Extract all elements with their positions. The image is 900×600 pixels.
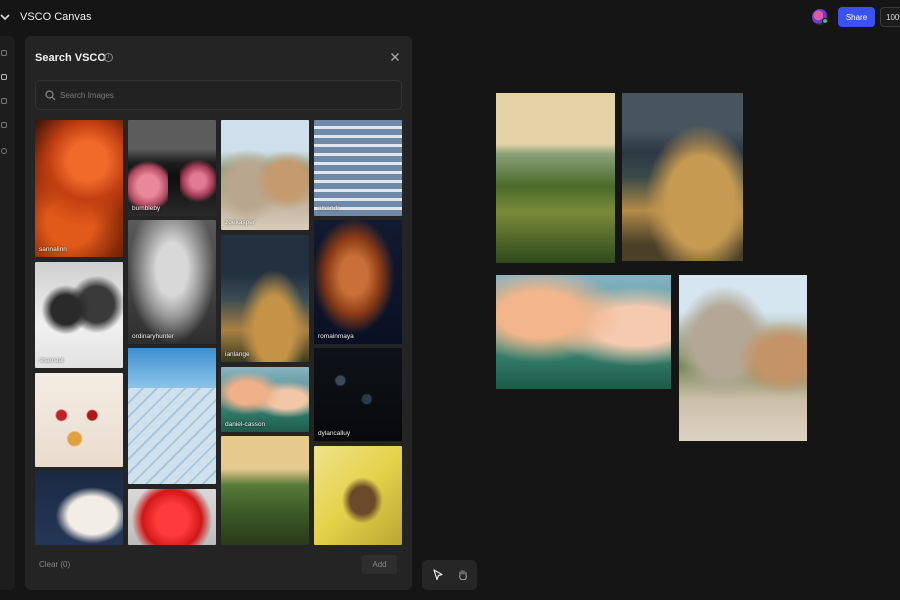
app-title: VSCO Canvas: [20, 11, 92, 23]
thumbnail-author: daniel-casson: [225, 421, 266, 428]
result-thumbnail[interactable]: daniel-casson: [221, 367, 309, 432]
thumbnail-author: ordinaryhunter: [132, 333, 174, 340]
canvas-image[interactable]: [622, 93, 743, 261]
thumbnail-author: sannalinn: [39, 246, 67, 253]
hand-icon[interactable]: [456, 568, 470, 582]
result-thumbnail[interactable]: alsandr: [314, 120, 402, 216]
close-icon[interactable]: [389, 51, 401, 63]
search-field[interactable]: [35, 80, 402, 110]
top-bar: VSCO Canvas Share 100%: [0, 0, 900, 35]
canvas-image[interactable]: [679, 275, 807, 441]
result-thumbnail[interactable]: shamaal: [35, 262, 123, 368]
canvas-image[interactable]: [496, 275, 671, 389]
thumbnail-author: bumbleby: [132, 205, 161, 212]
online-status-dot: [822, 18, 828, 24]
result-thumbnail[interactable]: zoekasper: [221, 120, 309, 230]
result-thumbnail[interactable]: [314, 446, 402, 545]
thumbnail-author: dylancalluy: [318, 430, 351, 437]
share-button[interactable]: Share: [838, 7, 875, 27]
tool-icon[interactable]: [1, 50, 7, 56]
search-tool-icon[interactable]: [1, 74, 7, 80]
thumbnail-author: romainmaya: [318, 333, 354, 340]
search-input[interactable]: [60, 87, 390, 104]
thumbnail-author: ianlange: [225, 351, 250, 358]
result-thumbnail[interactable]: sannalinn: [35, 120, 123, 257]
result-thumbnail[interactable]: [35, 373, 123, 467]
chevron-down-icon[interactable]: [0, 11, 10, 23]
tool-icon[interactable]: [1, 98, 7, 104]
pink-blossoms: [180, 156, 216, 206]
panel-title: Search VSCO: [35, 52, 106, 64]
result-thumbnail[interactable]: dylancalluy: [314, 348, 402, 441]
result-thumbnail[interactable]: [128, 489, 216, 545]
cursor-icon[interactable]: [431, 568, 445, 582]
result-thumbnail[interactable]: bumbleby: [128, 120, 216, 216]
tool-icon[interactable]: [1, 122, 7, 128]
canvas-image[interactable]: [496, 93, 615, 263]
result-thumbnail[interactable]: [221, 436, 309, 545]
result-thumbnail[interactable]: romainmaya: [314, 220, 402, 344]
left-toolbar: [0, 36, 15, 590]
add-button[interactable]: Add: [362, 555, 397, 574]
tool-icon[interactable]: [1, 148, 7, 154]
sky: [128, 348, 216, 388]
result-thumbnail[interactable]: ianlange: [221, 235, 309, 362]
tool-dock: [422, 560, 477, 590]
result-thumbnail[interactable]: ordinaryhunter: [128, 220, 216, 344]
search-icon: [45, 90, 56, 101]
search-panel: Search VSCO i sannalinn shamaal bumbleby…: [25, 36, 412, 590]
info-icon[interactable]: i: [104, 53, 113, 62]
thumbnail-author: zoekasper: [225, 219, 255, 226]
result-thumbnail[interactable]: [35, 471, 123, 545]
clear-button[interactable]: Clear (0): [39, 560, 70, 569]
result-thumbnail[interactable]: [128, 348, 216, 484]
zoom-level[interactable]: 100%: [880, 7, 900, 27]
thumbnail-author: alsandr: [318, 205, 340, 212]
thumbnail-author: shamaal: [39, 357, 64, 364]
